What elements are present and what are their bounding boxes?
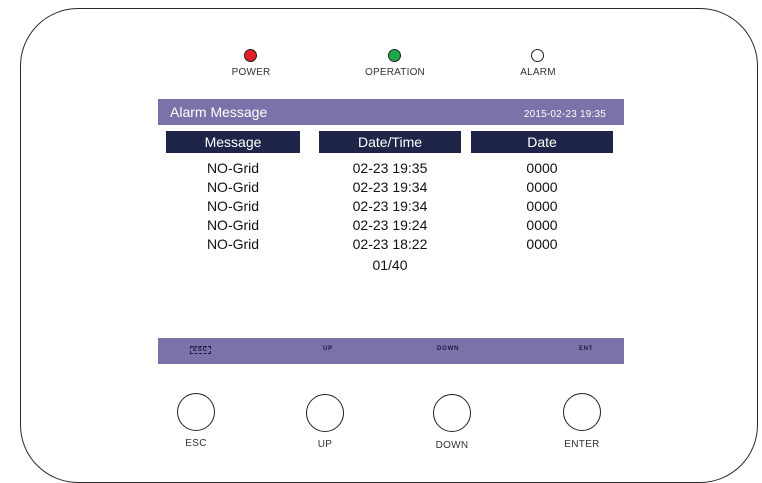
alarm-label: ALARM [520, 67, 556, 78]
operation-led-icon [388, 49, 401, 62]
row-2-date: 0000 [526, 179, 558, 195]
footer-up-hint: UP [323, 346, 333, 352]
row-5-message: NO-Grid [206, 236, 260, 252]
screen-footer-bar: ESC UP DOWN ENT [158, 338, 624, 364]
footer-esc-hint: ESC [190, 346, 211, 354]
operation-label: OPERATION [365, 67, 425, 78]
row-4-date: 0000 [526, 217, 558, 233]
down-button-label: DOWN [435, 440, 469, 451]
power-label: POWER [231, 67, 271, 78]
row-1-datetime: 02-23 19:35 [352, 160, 428, 176]
page-indicator: 01/40 [372, 257, 408, 273]
esc-button-label: ESC [185, 438, 207, 449]
up-button-label: UP [317, 439, 333, 450]
row-5-datetime: 02-23 18:22 [352, 236, 428, 252]
row-2-message: NO-Grid [206, 179, 260, 195]
row-3-message: NO-Grid [206, 198, 260, 214]
row-1-message: NO-Grid [206, 160, 260, 176]
up-button[interactable] [306, 394, 344, 432]
row-2-datetime: 02-23 19:34 [352, 179, 428, 195]
enter-button-label: ENTER [564, 439, 600, 450]
column-header-date: Date [471, 131, 613, 153]
screen-datetime: 2015-02-23 19:35 [523, 109, 606, 120]
row-4-message: NO-Grid [206, 217, 260, 233]
row-3-date: 0000 [526, 198, 558, 214]
footer-ent-hint: ENT [579, 346, 594, 352]
lcd-screen: Alarm Message 2015-02-23 19:35 Message D… [158, 99, 624, 364]
power-led-icon [244, 49, 257, 62]
down-button[interactable] [433, 394, 471, 432]
enter-button[interactable] [563, 393, 601, 431]
column-header-message: Message [166, 131, 300, 153]
row-5-date: 0000 [526, 236, 558, 252]
row-4-datetime: 02-23 19:24 [352, 217, 428, 233]
footer-down-hint: DOWN [437, 346, 460, 352]
alarm-led-icon [531, 49, 544, 62]
column-header-datetime: Date/Time [319, 131, 461, 153]
screen-title: Alarm Message [170, 104, 268, 120]
esc-button[interactable] [177, 393, 215, 431]
row-1-date: 0000 [526, 160, 558, 176]
row-3-datetime: 02-23 19:34 [352, 198, 428, 214]
screen-title-bar: Alarm Message 2015-02-23 19:35 [158, 99, 624, 125]
